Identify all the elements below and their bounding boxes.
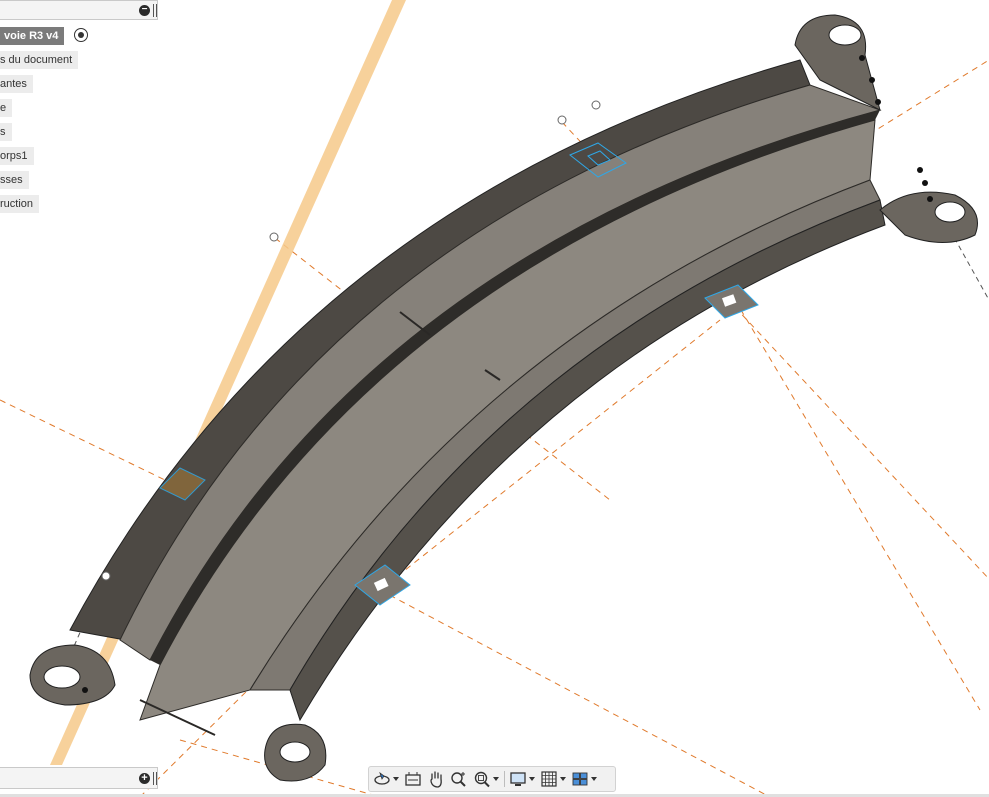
display-settings-icon [510, 772, 526, 786]
active-component-icon[interactable] [74, 28, 88, 42]
pan-button[interactable] [427, 768, 445, 790]
3d-viewport[interactable] [0, 0, 989, 797]
zoom-button[interactable] [450, 768, 468, 790]
browser-item-document-settings[interactable]: s du document [0, 51, 79, 69]
orbit-button[interactable] [373, 768, 399, 790]
browser-panel-header: − [0, 0, 158, 20]
pan-hand-icon [430, 771, 442, 788]
grid-snaps-button[interactable] [540, 768, 566, 790]
zoom-icon [451, 772, 466, 787]
look-at-icon [405, 772, 421, 786]
browser-item-named-views[interactable]: antes [0, 75, 33, 93]
browser-item-origin[interactable]: e [0, 99, 13, 117]
browser-item-sketches[interactable]: sses [0, 171, 29, 189]
look-at-button[interactable] [404, 768, 422, 790]
browser-root-document[interactable]: voie R3 v4 [0, 27, 65, 45]
grid-icon [541, 771, 557, 787]
browser-item-construction[interactable]: ruction [0, 195, 40, 213]
pin-icon[interactable] [153, 772, 157, 785]
comments-panel: + [0, 767, 158, 789]
browser-item-bodies[interactable]: s [0, 123, 12, 141]
pin-icon[interactable] [153, 4, 157, 17]
fit-window-icon [474, 771, 490, 788]
viewports-button[interactable] [571, 768, 597, 790]
display-settings-button[interactable] [509, 768, 535, 790]
plus-icon[interactable]: + [139, 773, 150, 784]
orbit-icon [374, 771, 390, 785]
fit-window-button[interactable] [473, 768, 499, 790]
navigation-toolbar [368, 766, 616, 792]
minus-icon[interactable]: − [139, 5, 150, 16]
viewports-icon [572, 772, 588, 786]
browser-item-body1[interactable]: orps1 [0, 147, 34, 165]
mount-tab-bottom[interactable] [264, 723, 327, 782]
